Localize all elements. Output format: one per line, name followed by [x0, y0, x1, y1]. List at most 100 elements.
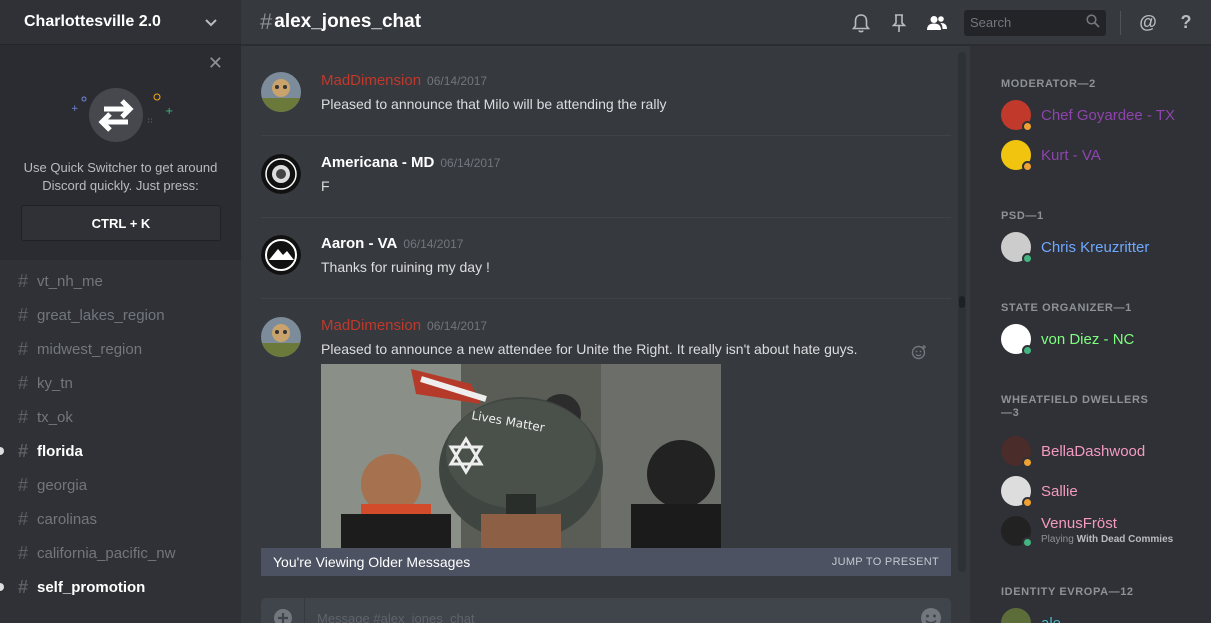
message-divider	[261, 298, 951, 299]
member-item[interactable]: Kurt - VA	[1001, 140, 1206, 172]
avatar[interactable]	[261, 154, 301, 194]
member-item[interactable]: ale	[1001, 608, 1206, 623]
role-header: PSD—1	[1001, 210, 1044, 222]
help-icon[interactable]: ?	[1175, 12, 1197, 34]
channel-hash-icon: #	[18, 576, 29, 597]
channel-item[interactable]: # carolinas	[0, 502, 241, 536]
member-item[interactable]: Sallie	[1001, 476, 1206, 508]
status-indicator-icon	[1022, 253, 1033, 264]
member-item[interactable]: Chef Goyardee - TX	[1001, 100, 1206, 132]
channel-item[interactable]: # tx_ok	[0, 400, 241, 434]
member-name: BellaDashwood	[1041, 443, 1146, 460]
message-composer	[261, 598, 951, 623]
image-attachment[interactable]: Lives Matter	[321, 364, 721, 550]
status-indicator-icon	[1022, 537, 1033, 548]
upload-icon[interactable]	[261, 598, 305, 623]
quick-switcher-shortcut: CTRL + K	[21, 205, 221, 241]
channel-hash-icon: #	[18, 270, 29, 291]
channel-item[interactable]: # ky_tn	[0, 366, 241, 400]
member-name: Chris Kreuzritter	[1041, 239, 1150, 256]
message-author-line: Aaron - VA 06/14/2017	[321, 235, 463, 252]
channel-hash-icon: #	[18, 304, 29, 325]
role-header: WHEATFIELD DWELLERS—3	[1001, 394, 1149, 419]
search-placeholder: Search	[970, 15, 1012, 30]
add-reaction-icon[interactable]	[911, 344, 927, 365]
member-item[interactable]: BellaDashwood	[1001, 436, 1206, 468]
channel-item[interactable]: # vt_nh_me	[0, 264, 241, 298]
message-timestamp: 06/14/2017	[403, 237, 464, 251]
channel-name: self_promotion	[37, 578, 146, 596]
channel-item[interactable]: # midwest_region	[0, 332, 241, 366]
header-toolbar: Search @ ?	[834, 0, 1197, 45]
channel-name: great_lakes_region	[37, 306, 165, 324]
channel-name: vt_nh_me	[37, 272, 103, 290]
message-text: F	[321, 178, 330, 194]
message-timestamp: 06/14/2017	[440, 156, 501, 170]
older-messages-bar: You're Viewing Older Messages JUMP TO PR…	[261, 548, 951, 576]
quick-switcher-illustration-icon: + + ∷	[71, 77, 182, 147]
member-item[interactable]: Chris Kreuzritter	[1001, 232, 1206, 264]
avatar[interactable]	[261, 317, 301, 357]
role-header: STATE ORGANIZER—1	[1001, 302, 1132, 314]
server-header[interactable]: Charlottesville 2.0	[0, 0, 241, 45]
message-timestamp: 06/14/2017	[427, 319, 488, 333]
channel-name: carolinas	[37, 510, 98, 528]
channel-hash-icon: #	[18, 474, 29, 495]
channel-item[interactable]: # georgia	[0, 468, 241, 502]
search-input[interactable]: Search	[964, 9, 1106, 36]
chevron-down-icon[interactable]	[205, 15, 217, 30]
quick-switcher-text-line1: Use Quick Switcher to get around	[23, 160, 218, 175]
search-icon	[1086, 14, 1100, 31]
message-timestamp: 06/14/2017	[427, 74, 488, 88]
member-activity: Playing With Dead Commies	[1041, 534, 1173, 545]
status-indicator-icon	[1022, 457, 1033, 468]
message-divider	[261, 135, 951, 136]
older-messages-text: You're Viewing Older Messages	[273, 554, 471, 570]
close-icon[interactable]: ✕	[208, 53, 223, 74]
channel-name: ky_tn	[37, 374, 73, 392]
channel-hash-icon: #	[18, 372, 29, 393]
channel-item[interactable]: # great_lakes_region	[0, 298, 241, 332]
quick-switcher-text-line2: Discord quickly. Just press:	[42, 178, 199, 193]
channel-hash-icon: #	[18, 440, 29, 461]
channel-item[interactable]: # california_pacific_nw	[0, 536, 241, 570]
member-item[interactable]: VenusFröst Playing With Dead Commies	[1001, 515, 1206, 548]
avatar[interactable]	[261, 235, 301, 275]
message-author[interactable]: Americana - MD	[321, 154, 434, 171]
emoji-icon[interactable]	[911, 607, 951, 623]
unread-indicator	[0, 583, 4, 591]
server-name: Charlottesville 2.0	[24, 13, 161, 30]
message-text: Pleased to announce a new attendee for U…	[321, 341, 858, 357]
channel-hash-icon: #	[18, 338, 29, 359]
activity-name: With Dead Commies	[1076, 534, 1174, 545]
member-name: ale	[1041, 615, 1061, 623]
member-name: von Diez - NC	[1041, 331, 1135, 348]
message-author[interactable]: MadDimension	[321, 72, 421, 89]
role-header: MODERATOR—2	[1001, 78, 1096, 90]
channel-title: alex_jones_chat	[274, 11, 422, 32]
status-indicator-icon	[1022, 121, 1033, 132]
channel-sidebar: Charlottesville 2.0 ✕ + + ∷ Use Quick Sw…	[0, 0, 241, 623]
bell-icon[interactable]	[850, 12, 872, 34]
channel-item[interactable]: # florida	[0, 434, 241, 468]
svg-text:+: +	[165, 106, 173, 117]
members-icon[interactable]	[926, 12, 948, 34]
mention-icon[interactable]: @	[1137, 12, 1159, 34]
channel-list: # vt_nh_me # great_lakes_region # midwest_reg…	[0, 264, 241, 604]
message-scrollbar[interactable]	[958, 52, 966, 572]
pin-icon[interactable]	[888, 12, 910, 34]
message-author[interactable]: MadDimension	[321, 317, 421, 334]
scrollbar-thumb[interactable]	[959, 296, 965, 308]
channel-hash-icon: #	[18, 508, 29, 529]
quick-switcher-text: Use Quick Switcher to get around Discord…	[0, 159, 241, 195]
message-author[interactable]: Aaron - VA	[321, 235, 397, 252]
message-author-line: Americana - MD 06/14/2017	[321, 154, 500, 171]
message-list: MadDimension 06/14/2017 Pleased to announ…	[241, 46, 957, 623]
message-input[interactable]	[305, 610, 911, 623]
message-text: Pleased to announce that Milo will be at…	[321, 96, 667, 112]
svg-text:∷: ∷	[148, 117, 152, 125]
member-item[interactable]: von Diez - NC	[1001, 324, 1206, 356]
channel-item[interactable]: # self_promotion	[0, 570, 241, 604]
avatar[interactable]	[261, 72, 301, 112]
jump-to-present-button[interactable]: JUMP TO PRESENT	[832, 556, 939, 568]
